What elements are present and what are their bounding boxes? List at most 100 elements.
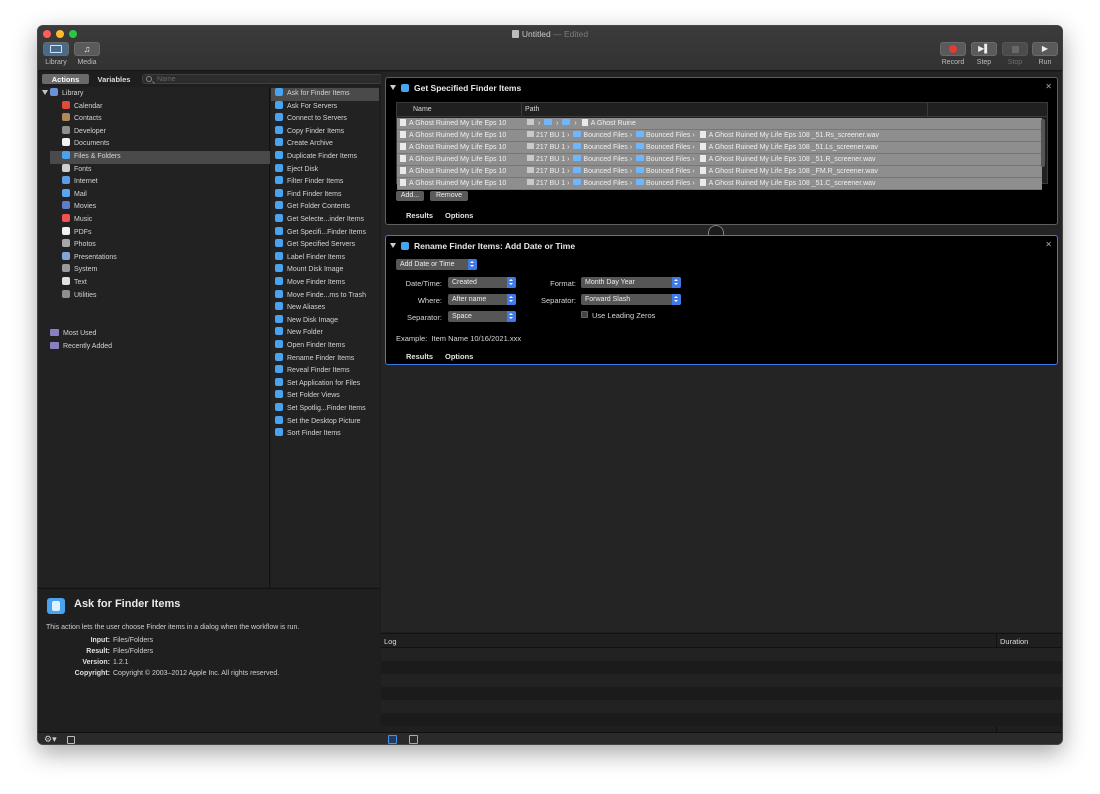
action-item[interactable]: Get Specifi...Finder Items	[271, 226, 379, 240]
action-item[interactable]: Copy Finder Items	[271, 125, 379, 139]
format-popup[interactable]: Month Day Year	[581, 277, 681, 288]
duration-column-header[interactable]: Duration	[1000, 637, 1028, 646]
where-popup-value: After name	[452, 296, 487, 303]
card-header[interactable]: Get Specified Finder Items	[390, 83, 521, 93]
tab-actions[interactable]: Actions	[42, 74, 89, 84]
where-popup[interactable]: After name	[448, 294, 516, 305]
library-item[interactable]: Contacts	[50, 113, 270, 126]
table-row[interactable]: A Ghost Ruined My Life Eps 10 › › › A Gh…	[397, 118, 1042, 130]
action-item[interactable]: Eject Disk	[271, 163, 379, 177]
finder-items-table[interactable]: Name Path A Ghost Ruined My Life Eps 10 …	[396, 102, 1048, 190]
results-tab[interactable]: Results	[406, 211, 433, 220]
search-input[interactable]: Name	[142, 74, 382, 84]
finder-icon	[275, 314, 283, 323]
media-button[interactable]: ♫	[74, 42, 100, 56]
library-item[interactable]: Movies	[50, 201, 270, 214]
action-item[interactable]: Open Finder Items	[271, 340, 379, 353]
library-item[interactable]: Photos	[50, 239, 270, 252]
category-icon	[62, 289, 70, 298]
library-group-most-used[interactable]: Most Used	[50, 328, 270, 341]
datetime-popup[interactable]: Created	[448, 277, 516, 288]
library-root[interactable]: Library	[42, 88, 270, 101]
library-item[interactable]: Presentations	[50, 251, 270, 265]
library-item[interactable]: Internet	[50, 176, 270, 189]
action-item[interactable]: Get Specified Servers	[271, 239, 379, 252]
close-icon[interactable]: ✕	[1045, 240, 1052, 249]
path-separator-icon: ›	[690, 132, 697, 139]
action-item[interactable]: Set Application for Files	[271, 377, 379, 391]
library-item[interactable]: Text	[50, 277, 270, 290]
action-item[interactable]: Rename Finder Items	[271, 352, 379, 366]
disclosure-triangle-icon[interactable]	[390, 243, 396, 248]
table-scrollbar[interactable]	[1041, 119, 1045, 167]
description-title: Ask for Finder Items	[74, 598, 181, 610]
action-item[interactable]: Create Archive	[271, 138, 379, 151]
action-item[interactable]: Sort Finder Items	[271, 428, 379, 441]
action-item[interactable]: Ask for Finder Items	[271, 88, 379, 101]
disk-icon	[527, 143, 534, 149]
action-item[interactable]: Reveal Finder Items	[271, 365, 379, 378]
library-item[interactable]: Developer	[50, 125, 270, 139]
gear-icon[interactable]: ⚙▾	[44, 734, 57, 744]
close-icon[interactable]: ✕	[1045, 82, 1052, 91]
options-tab[interactable]: Options	[445, 211, 473, 220]
separator-popup[interactable]: Space	[448, 311, 516, 322]
table-row[interactable]: A Ghost Ruined My Life Eps 10 217 BU 1 › …	[397, 130, 1042, 142]
library-item[interactable]: Calendar	[50, 100, 270, 114]
library-group-recently-added[interactable]: Recently Added	[50, 341, 270, 354]
flow-view-icon[interactable]	[409, 735, 418, 744]
action-item[interactable]: Move Finder Items	[271, 277, 379, 290]
action-item[interactable]: Set the Desktop Picture	[271, 415, 379, 429]
options-tab[interactable]: Options	[445, 352, 473, 361]
leading-zeros-checkbox[interactable]	[581, 311, 588, 318]
action-item[interactable]: New Aliases	[271, 302, 379, 315]
action-item[interactable]: Find Finder Items	[271, 188, 379, 202]
library-item[interactable]: System	[50, 264, 270, 277]
library-item[interactable]: Documents	[50, 138, 270, 151]
column-header-name[interactable]: Name	[413, 106, 432, 113]
action-item[interactable]: Connect to Servers	[271, 113, 379, 126]
column-header-path[interactable]: Path	[525, 106, 539, 113]
library-item[interactable]: Utilities	[50, 289, 270, 303]
list-view-icon[interactable]	[388, 735, 397, 744]
action-item[interactable]: Filter Finder Items	[271, 176, 379, 189]
stop-button[interactable]	[1002, 42, 1028, 56]
step-button[interactable]: ▶▌	[971, 42, 997, 56]
action-item[interactable]: New Disk Image	[271, 314, 379, 328]
remove-button[interactable]: Remove	[430, 191, 468, 201]
action-card-get-specified-finder-items[interactable]: Get Specified Finder Items ✕ Name Path A…	[385, 77, 1058, 225]
library-item[interactable]: Fonts	[50, 163, 270, 177]
library-item[interactable]: PDFs	[50, 226, 270, 240]
card-header[interactable]: Rename Finder Items: Add Date or Time	[390, 241, 575, 251]
checkbox-icon[interactable]	[67, 736, 75, 744]
library-item[interactable]: Mail	[50, 188, 270, 202]
table-row[interactable]: A Ghost Ruined My Life Eps 10 217 BU 1 › …	[397, 142, 1042, 154]
action-item[interactable]: New Folder	[271, 327, 379, 340]
library-button[interactable]	[43, 42, 69, 56]
action-item[interactable]: Label Finder Items	[271, 251, 379, 265]
log-column-header[interactable]: Log	[384, 637, 397, 646]
action-card-rename-finder-items[interactable]: Rename Finder Items: Add Date or Time ✕ …	[385, 235, 1058, 365]
date-separator-popup[interactable]: Forward Slash	[581, 294, 681, 305]
action-item[interactable]: Set Spotlig...Finder Items	[271, 403, 379, 416]
run-button[interactable]: ▶	[1032, 42, 1058, 56]
record-button[interactable]	[940, 42, 966, 56]
table-row[interactable]: A Ghost Ruined My Life Eps 10 217 BU 1 › …	[397, 166, 1042, 178]
add-button[interactable]: Add...	[396, 191, 424, 201]
table-row[interactable]: A Ghost Ruined My Life Eps 10 217 BU 1 › …	[397, 154, 1042, 166]
table-row[interactable]: A Ghost Ruined My Life Eps 10 217 BU 1 › …	[397, 178, 1042, 190]
action-item[interactable]: Get Folder Contents	[271, 201, 379, 214]
action-item[interactable]: Duplicate Finder Items	[271, 151, 379, 164]
mode-popup[interactable]: Add Date or Time	[396, 259, 477, 270]
action-item[interactable]: Mount Disk Image	[271, 264, 379, 277]
finder-icon	[275, 365, 283, 374]
results-tab[interactable]: Results	[406, 352, 433, 361]
tab-variables[interactable]: Variables	[89, 74, 139, 84]
action-item[interactable]: Move Finde...ms to Trash	[271, 289, 379, 303]
action-item[interactable]: Set Folder Views	[271, 390, 379, 403]
library-item[interactable]: Files & Folders	[50, 151, 270, 164]
disclosure-triangle-icon[interactable]	[390, 85, 396, 90]
library-item[interactable]: Music	[50, 214, 270, 227]
action-item[interactable]: Ask For Servers	[271, 100, 379, 114]
action-item[interactable]: Get Selecte...inder Items	[271, 214, 379, 227]
